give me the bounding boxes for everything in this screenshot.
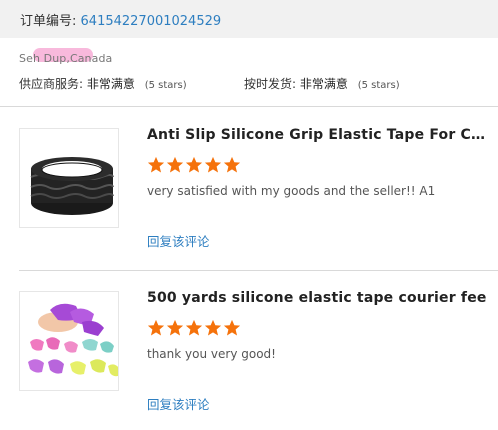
order-number[interactable]: 64154227001024529 <box>81 14 222 29</box>
elastic-tape-roll-icon <box>20 129 118 227</box>
shipping-value: 非常满意 <box>299 77 348 91</box>
supplier-service-stars: (5 stars) <box>144 80 187 91</box>
star-icon <box>185 319 203 336</box>
star-icon <box>147 319 165 336</box>
seller-ratings: 供应商服务: 非常满意 (5 stars) 按时发货: 非常满意 (5 star… <box>19 75 489 93</box>
review-2-stars <box>147 319 242 337</box>
order-number-line: 订单编号: 64154227001024529 <box>20 10 221 29</box>
star-icon <box>223 156 241 173</box>
review-1-reply-link[interactable]: 回复该评论 <box>147 231 210 250</box>
star-icon <box>166 156 184 173</box>
order-header: 订单编号: 64154227001024529 <box>0 0 498 38</box>
buyer-location: Seh Dup,Canada <box>19 52 113 65</box>
review-2-comment: thank you very good! <box>147 347 276 361</box>
star-icon <box>223 319 241 336</box>
order-number-label: 订单编号: <box>20 14 77 29</box>
supplier-service-label: 供应商服务: <box>19 77 84 91</box>
review-divider <box>19 270 498 271</box>
star-icon <box>185 156 203 173</box>
star-icon <box>204 156 222 173</box>
shipping-stars: (5 stars) <box>357 80 400 91</box>
star-icon <box>147 156 165 173</box>
star-icon <box>204 319 222 336</box>
supplier-service-rating: 供应商服务: 非常满意 (5 stars) <box>19 75 187 92</box>
product-image-finger-caps[interactable] <box>19 291 119 391</box>
shipping-label: 按时发货: <box>244 77 297 91</box>
review-1-product-title[interactable]: Anti Slip Silicone Grip Elastic Tape For… <box>147 127 489 143</box>
review-1-stars <box>147 156 242 174</box>
silicone-finger-caps-icon <box>20 292 118 390</box>
review-1-comment: very satisfied with my goods and the sel… <box>147 184 436 198</box>
review-2-product-title[interactable]: 500 yards silicone elastic tape courier … <box>147 290 489 306</box>
review-2-reply-link[interactable]: 回复该评论 <box>147 394 210 413</box>
supplier-service-value: 非常满意 <box>86 77 135 91</box>
section-divider <box>0 106 498 107</box>
product-image-elastic-tape[interactable] <box>19 128 119 228</box>
star-icon <box>166 319 184 336</box>
shipping-rating: 按时发货: 非常满意 (5 stars) <box>244 75 400 92</box>
